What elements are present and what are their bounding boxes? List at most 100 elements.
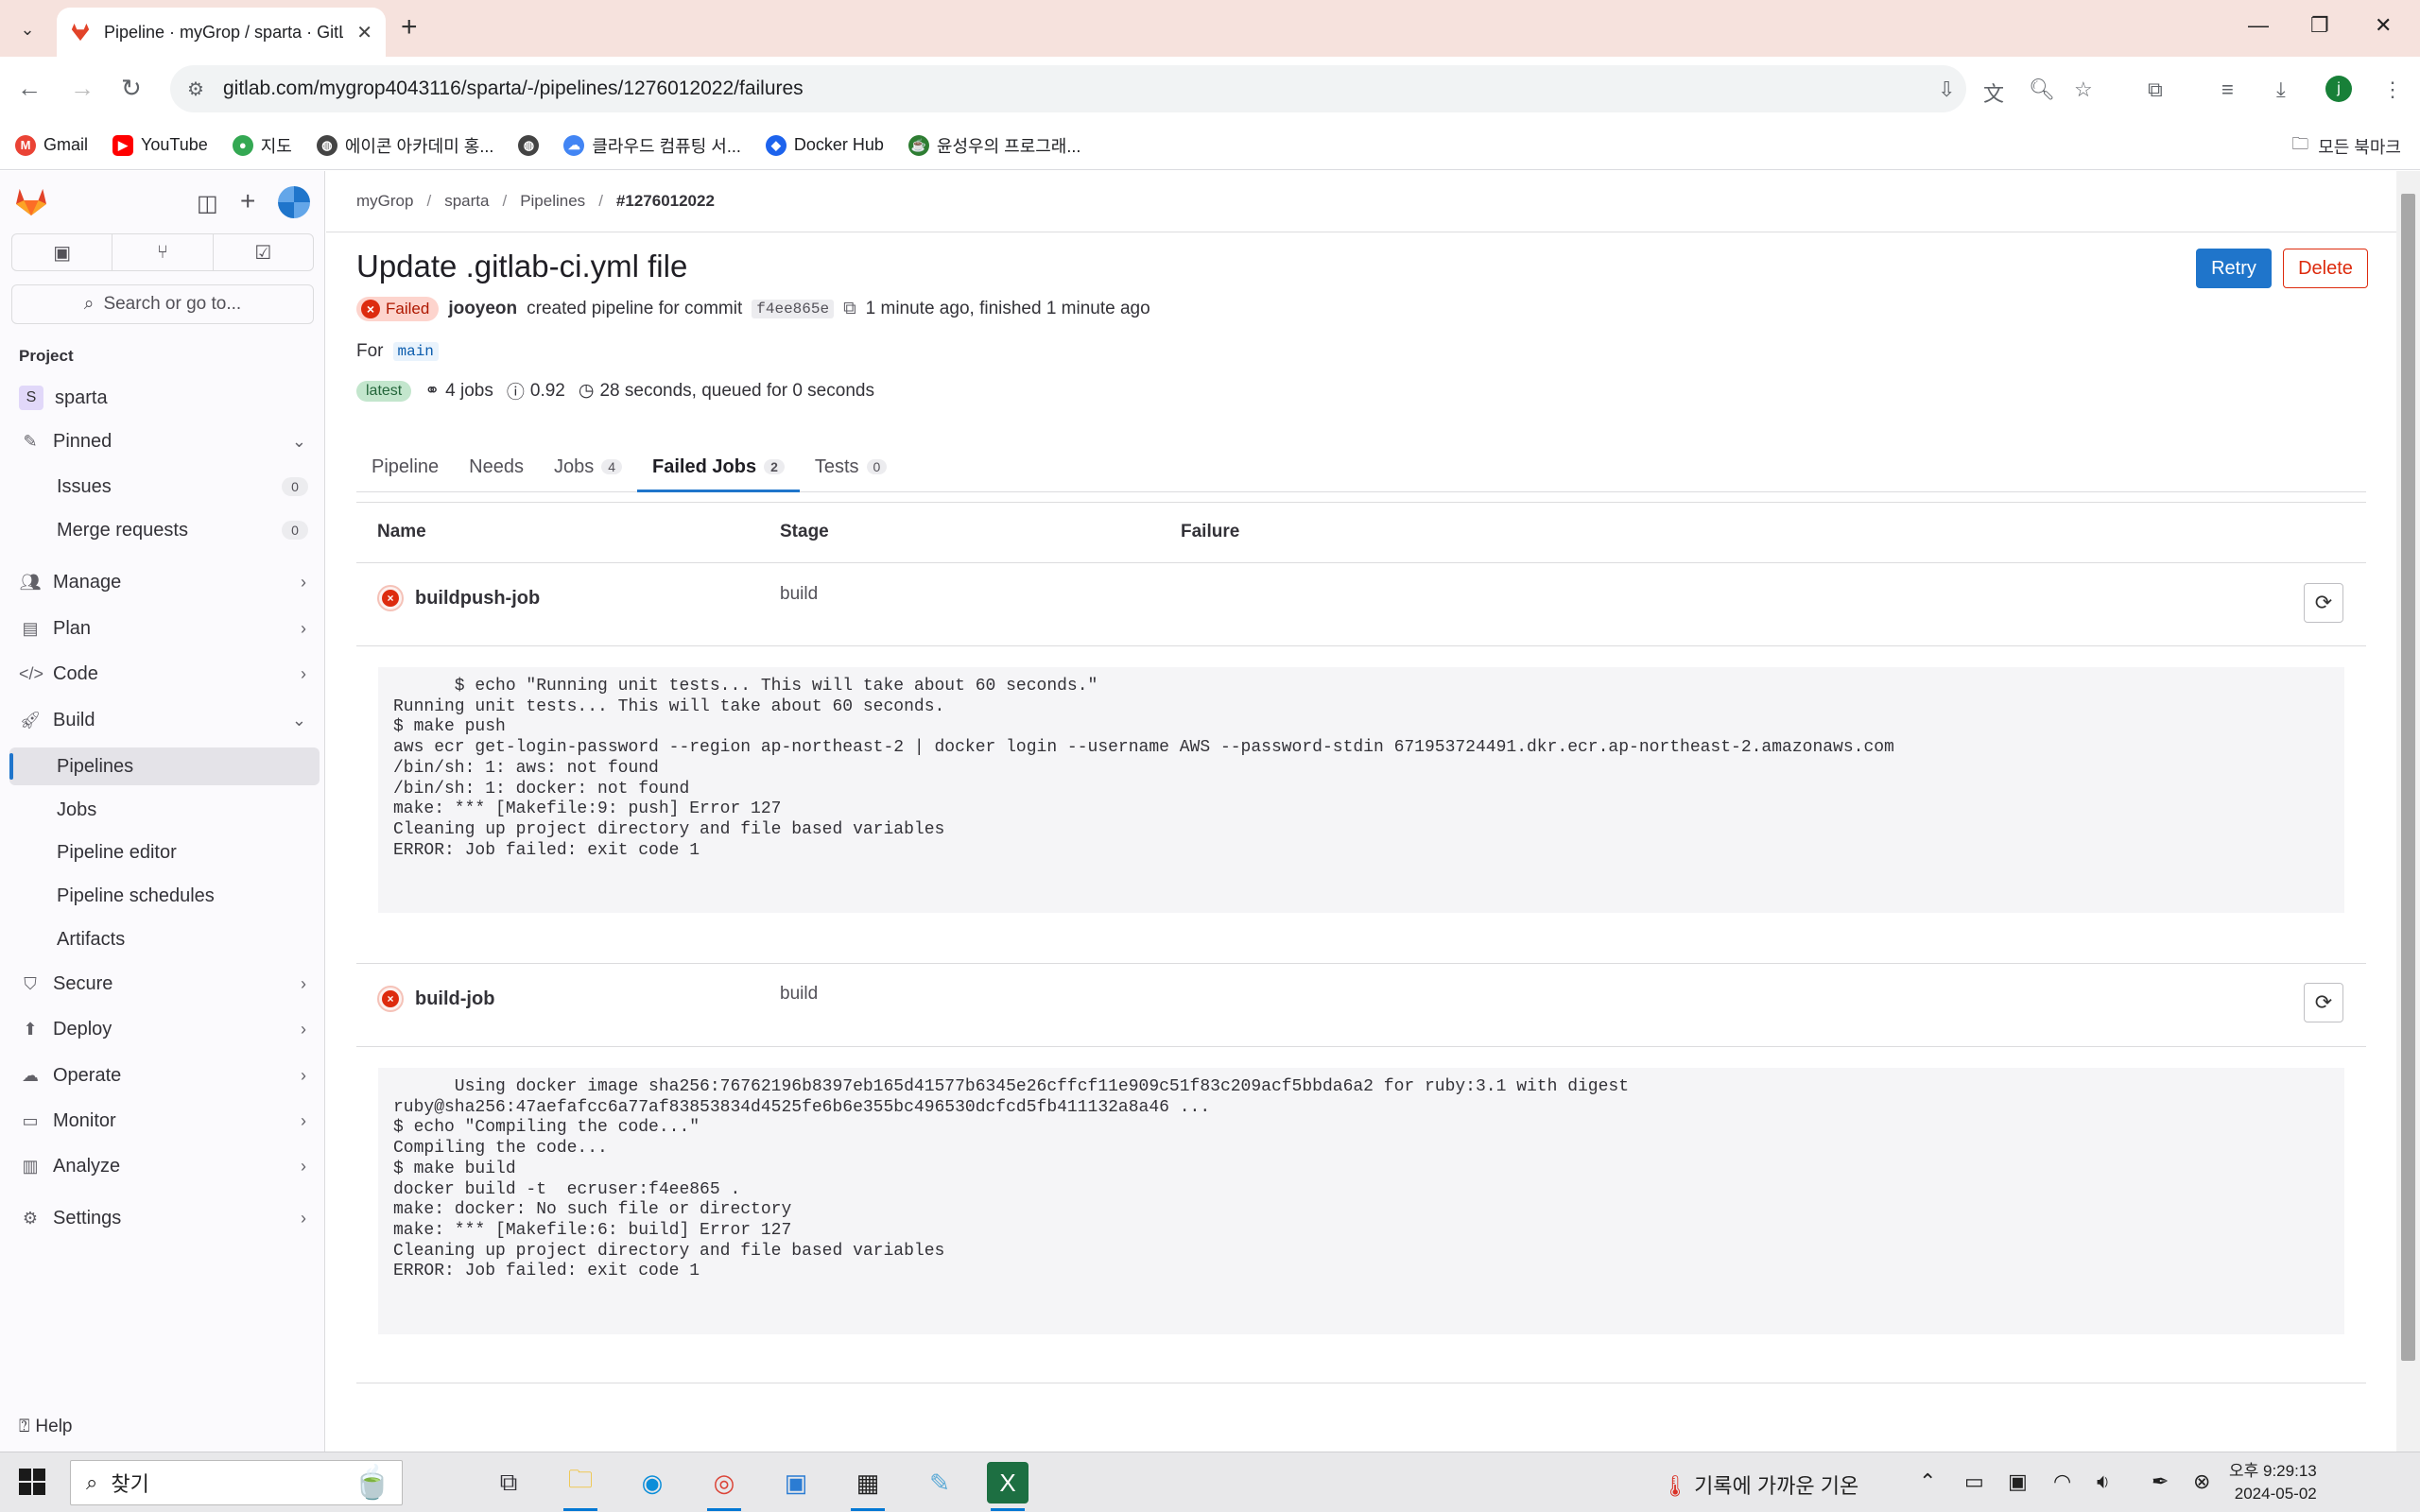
camera-icon[interactable]: ▭ bbox=[1964, 1469, 1984, 1494]
profile-avatar[interactable]: j bbox=[2325, 76, 2352, 102]
site-info-icon[interactable]: ⚙ bbox=[187, 77, 204, 101]
bookmark-youtube[interactable]: ▶ YouTube bbox=[112, 134, 208, 156]
sidebar-project-sparta[interactable]: S sparta bbox=[9, 379, 320, 417]
edge-icon[interactable]: ◉ bbox=[631, 1462, 673, 1503]
issues-counter-icon[interactable]: ▣ bbox=[12, 234, 113, 270]
sidebar-item-settings[interactable]: ⚙ Settings › bbox=[9, 1199, 320, 1237]
breadcrumb-pipelines[interactable]: Pipelines bbox=[520, 192, 585, 211]
breadcrumb-pipeline-id[interactable]: #1276012022 bbox=[616, 192, 715, 211]
job-link-buildpush-job[interactable]: × buildpush-job bbox=[377, 585, 540, 611]
download-icon[interactable]: ⤓ bbox=[2276, 77, 2286, 102]
volume-icon[interactable]: 🔉︎ bbox=[2097, 1469, 2110, 1494]
tray-overflow-icon[interactable]: ⌃ bbox=[1919, 1469, 1936, 1494]
tab-pipeline[interactable]: Pipeline bbox=[356, 441, 454, 492]
bookmark-docker-hub[interactable]: ◆ Docker Hub bbox=[765, 134, 884, 156]
bookmark-star-icon[interactable]: ☆ bbox=[2074, 77, 2093, 102]
media-icon[interactable]: ≡ bbox=[2221, 77, 2234, 102]
windows-start-icon[interactable] bbox=[19, 1469, 45, 1495]
sidebar-item-code[interactable]: </> Code › bbox=[9, 655, 320, 693]
job-link-build-job[interactable]: × build-job bbox=[377, 986, 494, 1012]
user-avatar[interactable] bbox=[278, 186, 310, 218]
retry-button[interactable]: Retry bbox=[2196, 249, 2272, 288]
notification-off-icon[interactable]: ⊗ bbox=[2193, 1469, 2210, 1494]
ref-link[interactable]: main bbox=[392, 342, 439, 361]
system-clock[interactable]: 오후 9:29:13 2024-05-02 bbox=[2229, 1460, 2317, 1505]
page-scrollbar[interactable] bbox=[2396, 171, 2420, 1452]
window-close-icon[interactable]: ✕ bbox=[2375, 13, 2392, 38]
restore-icon[interactable]: ❐ bbox=[2310, 13, 2329, 38]
file-explorer-icon[interactable]: 🗀 bbox=[560, 1462, 601, 1511]
sidebar-item-monitor[interactable]: ▭ Monitor › bbox=[9, 1102, 320, 1140]
tab-search-chevron-icon[interactable]: ⌄ bbox=[13, 15, 42, 43]
retry-job-button[interactable]: ⟳ bbox=[2304, 583, 2343, 623]
minimize-icon[interactable]: — bbox=[2248, 13, 2269, 38]
create-new-icon[interactable]: + bbox=[240, 186, 255, 216]
author-link[interactable]: jooyeon bbox=[448, 299, 517, 319]
sidebar-item-pipeline-schedules[interactable]: Pipeline schedules bbox=[9, 877, 320, 915]
bookmark-gmail[interactable]: M Gmail bbox=[15, 134, 88, 156]
breadcrumb-project[interactable]: sparta bbox=[444, 192, 489, 211]
retry-job-button[interactable]: ⟳ bbox=[2304, 983, 2343, 1022]
url-field[interactable]: ⚙ gitlab.com/mygrop4043116/sparta/-/pipe… bbox=[170, 65, 1966, 112]
pen-icon[interactable]: ✒ bbox=[2152, 1469, 2169, 1494]
delete-button[interactable]: Delete bbox=[2283, 249, 2368, 288]
todo-counter-icon[interactable]: ☑ bbox=[214, 234, 313, 270]
tab-close-icon[interactable]: ✕ bbox=[356, 21, 372, 44]
forward-icon[interactable]: → bbox=[70, 74, 95, 103]
sidebar-pinned-toggle[interactable]: ✎ Pinned ⌄ bbox=[9, 422, 320, 460]
translate-icon[interactable]: 文 bbox=[1983, 77, 2004, 108]
taskbar-search-input[interactable]: ⌕ 찾기 🍵 bbox=[70, 1460, 403, 1505]
collapse-sidebar-icon[interactable]: ◫ bbox=[197, 190, 218, 217]
excel-icon[interactable]: X bbox=[987, 1462, 1028, 1511]
back-icon[interactable]: ← bbox=[17, 74, 42, 103]
weather-widget[interactable]: 🌡︎ 기록에 가까운 기온 bbox=[1662, 1469, 1858, 1500]
bookmark-acorn[interactable]: ◍ 에이콘 아카데미 홍... bbox=[316, 133, 493, 158]
gitlab-logo-icon[interactable] bbox=[15, 186, 47, 216]
sidebar-item-secure[interactable]: ⛉ Secure › bbox=[9, 965, 320, 1003]
search-or-go-to-button[interactable]: ⌕ Search or go to... bbox=[11, 284, 314, 324]
reload-icon[interactable]: ↻ bbox=[121, 74, 142, 103]
new-tab-icon[interactable]: + bbox=[401, 13, 418, 42]
copy-icon[interactable]: ⧉ bbox=[843, 299, 856, 319]
install-app-icon[interactable]: ⇩ bbox=[1938, 77, 1955, 102]
sidebar-item-pipeline-editor[interactable]: Pipeline editor bbox=[9, 833, 320, 871]
sidebar-item-jobs[interactable]: Jobs bbox=[9, 791, 320, 829]
extensions-icon[interactable]: ⧉ bbox=[2148, 77, 2163, 102]
sidebar-item-issues[interactable]: Issues 0 bbox=[9, 468, 320, 506]
browser-tab[interactable]: Pipeline · myGrop / sparta · GitL ✕ bbox=[57, 8, 386, 57]
chrome-icon[interactable]: ◎ bbox=[703, 1462, 745, 1511]
notepad-icon[interactable]: ✎ bbox=[919, 1462, 960, 1503]
terminal-icon[interactable]: ▦ bbox=[847, 1462, 889, 1511]
bookmark-maps[interactable]: ● 지도 bbox=[232, 133, 292, 158]
bookmark-globe[interactable]: ◍ bbox=[518, 134, 540, 156]
merge-requests-counter-icon[interactable]: ⑂ bbox=[112, 234, 214, 270]
sidebar-item-artifacts[interactable]: Artifacts bbox=[9, 920, 320, 958]
tab-failed-jobs[interactable]: Failed Jobs 2 bbox=[637, 441, 800, 492]
task-view-icon[interactable]: ⧉ bbox=[488, 1462, 529, 1503]
zoom-icon[interactable]: 🔍︎ bbox=[2029, 77, 2055, 102]
sidebar-item-pipelines[interactable]: Pipelines bbox=[9, 747, 320, 785]
sidebar-item-manage[interactable]: 👥︎ Manage › bbox=[9, 563, 320, 601]
sidebar-item-plan[interactable]: ▤ Plan › bbox=[9, 610, 320, 647]
chrome-menu-icon[interactable]: ⋮ bbox=[2382, 77, 2403, 102]
sidebar-item-operate[interactable]: ☁ Operate › bbox=[9, 1057, 320, 1094]
tab-jobs[interactable]: Jobs 4 bbox=[539, 441, 637, 492]
breadcrumb-group[interactable]: myGrop bbox=[356, 192, 413, 211]
sidebar-item-deploy[interactable]: ⬆ Deploy › bbox=[9, 1010, 320, 1048]
wifi-icon[interactable]: ◠ bbox=[2053, 1469, 2071, 1494]
tab-tests[interactable]: Tests 0 bbox=[800, 441, 902, 492]
remote-desktop-icon[interactable]: ▣ bbox=[775, 1462, 817, 1503]
help-button[interactable]: ⍰ Help bbox=[19, 1417, 72, 1437]
all-bookmarks-folder[interactable]: 🗀 모든 북마크 bbox=[2291, 132, 2401, 161]
tab-needs[interactable]: Needs bbox=[454, 441, 539, 492]
scrollbar-thumb[interactable] bbox=[2401, 194, 2415, 1361]
bookmark-cloud[interactable]: ☁ 클라우드 컴퓨팅 서... bbox=[563, 133, 741, 158]
sidebar-item-merge-requests[interactable]: Merge requests 0 bbox=[9, 511, 320, 549]
chevron-right-icon: › bbox=[301, 1156, 306, 1176]
status-badge[interactable]: × Failed bbox=[356, 297, 440, 321]
sidebar-item-build[interactable]: 🚀︎ Build ⌄ bbox=[9, 701, 320, 739]
display-icon[interactable]: ▣ bbox=[2008, 1469, 2028, 1494]
commit-sha-link[interactable]: f4ee865e bbox=[752, 300, 835, 318]
sidebar-item-analyze[interactable]: ▥ Analyze › bbox=[9, 1147, 320, 1185]
bookmark-programming[interactable]: ☕ 윤성우의 프로그래... bbox=[908, 133, 1080, 158]
